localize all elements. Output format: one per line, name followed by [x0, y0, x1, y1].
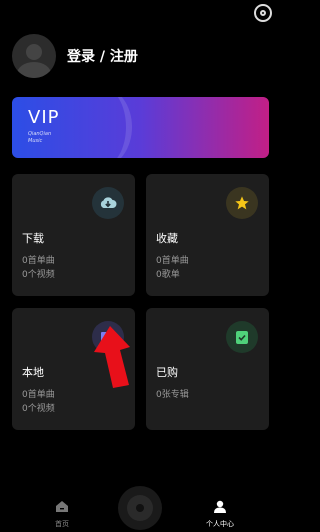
nav-home-label: 首页 [55, 520, 69, 528]
settings-button[interactable] [254, 4, 272, 22]
local-title: 本地 [22, 366, 44, 379]
download-videos-count: 0个视频 [22, 270, 55, 280]
person-icon [214, 500, 226, 513]
favorites-tile[interactable]: 收藏 0首单曲 0歌单 [146, 174, 269, 296]
purchased-tile[interactable]: 已购 0张专辑 [146, 308, 269, 430]
shopping-bag-icon [226, 321, 258, 353]
download-title: 下载 [22, 232, 44, 245]
vip-subtitle: QianQian Music [28, 131, 51, 145]
nav-profile[interactable]: 个人中心 [204, 498, 236, 529]
purchased-title: 已购 [156, 366, 178, 379]
red-pointer-arrow [94, 326, 130, 388]
download-tile[interactable]: 下载 0首单曲 0个视频 [12, 174, 135, 296]
settings-target-icon [260, 10, 266, 16]
vip-banner[interactable]: VIP QianQian Music [12, 97, 269, 158]
default-avatar-icon[interactable] [12, 34, 56, 78]
vip-subtitle-line2: Music [28, 138, 43, 144]
cloud-download-icon [92, 187, 124, 219]
nav-home[interactable]: 首页 [50, 498, 74, 529]
purchased-albums-count: 0张专辑 [156, 390, 189, 400]
local-songs-count: 0首单曲 [22, 390, 55, 400]
login-register-link[interactable]: 登录 / 注册 [67, 46, 138, 66]
favorites-songs-count: 0首单曲 [156, 256, 189, 266]
now-playing-disc[interactable] [118, 486, 162, 530]
vip-subtitle-line1: QianQian [28, 131, 52, 137]
favorites-title: 收藏 [156, 232, 178, 245]
home-icon [56, 501, 68, 512]
profile-header[interactable]: 登录 / 注册 [12, 34, 138, 78]
vip-title: VIP [28, 107, 60, 128]
favorites-playlists-count: 0歌单 [156, 270, 180, 280]
local-videos-count: 0个视频 [22, 404, 55, 414]
nav-profile-label: 个人中心 [206, 520, 234, 528]
star-icon [226, 187, 258, 219]
download-songs-count: 0首单曲 [22, 256, 55, 266]
